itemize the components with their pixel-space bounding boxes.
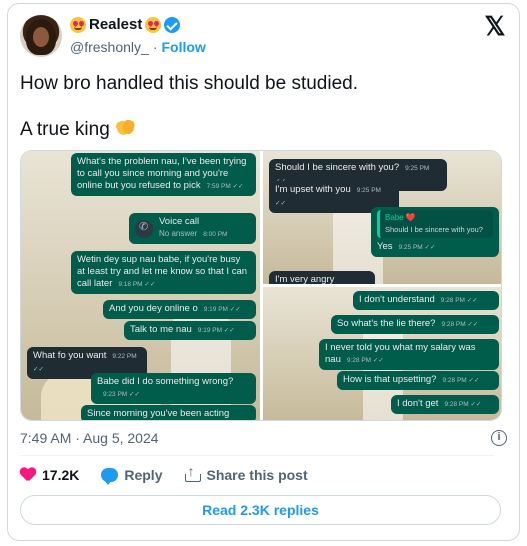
heart-icon	[20, 468, 36, 482]
phone-icon	[135, 219, 153, 238]
chat-bubble: What's the problem nau, I've been trying…	[71, 153, 256, 196]
quoted-text: Should I be sincere with you?	[385, 225, 483, 234]
author-handle-row: @freshonly_ · Follow	[70, 39, 206, 55]
message-time: 9:25 PM ✓✓	[398, 244, 436, 251]
message-text: So what's the lie there?	[337, 318, 436, 329]
avatar[interactable]	[20, 15, 62, 57]
heart-eyes-emoji-icon	[70, 16, 86, 33]
message-text: I don't get	[397, 398, 439, 409]
screenshot-right-top[interactable]: Should I be sincere with you? 9:25 PM ✓✓ I…	[263, 151, 501, 284]
verified-badge-icon	[164, 16, 181, 33]
tweet-media[interactable]: What's the problem nau, I've been trying…	[20, 150, 502, 421]
message-time: 7:59 PM ✓✓	[206, 183, 244, 190]
chat-bubble: I don't understand 9:28 PM ✓✓	[353, 291, 499, 310]
message-text: I'm very angry	[275, 274, 335, 284]
message-time: 9:18 PM ✓✓	[118, 281, 156, 288]
chat-bubble: Since morning you've been acting	[81, 405, 256, 420]
message-text: How is that upsetting?	[343, 374, 437, 385]
chat-bubble: So what's the lie there? 9:28 PM ✓✓	[331, 315, 499, 334]
message-text: Wetin dey sup nau babe, if you're busy a…	[77, 254, 248, 289]
message-time: 8:00 PM	[203, 231, 228, 238]
message-text: What fo you want	[33, 350, 107, 361]
heart-eyes-emoji-icon	[145, 16, 162, 33]
author-name-row[interactable]: Realest	[70, 16, 181, 33]
screenshot-left[interactable]: What's the problem nau, I've been trying…	[21, 151, 260, 420]
like-button[interactable]: 17.2K	[20, 467, 79, 483]
chat-bubble: Wetin dey sup nau babe, if you're busy a…	[71, 251, 256, 294]
message-text: Babe did I do something wrong?	[97, 376, 234, 387]
voice-call-label: Voice call	[159, 216, 200, 227]
chat-bubble: And you dey online o 9:19 PM ✓✓	[103, 300, 256, 319]
share-button[interactable]: Share this post	[184, 463, 308, 483]
message-text: Should I be sincere with you?	[275, 162, 400, 173]
message-text: Talk to me nau	[130, 324, 192, 335]
message-text: I'm upset with you	[275, 184, 351, 195]
message-time: 9:19 PM ✓✓	[203, 306, 241, 313]
message-time: 9:28 PM ✓✓	[440, 297, 478, 304]
chat-bubble: Talk to me nau 9:19 PM ✓✓	[124, 321, 256, 340]
info-icon[interactable]: i	[491, 430, 507, 446]
voice-call-status: No answer 8:00 PM	[159, 229, 228, 238]
share-icon	[184, 463, 202, 483]
message-time: 9:28 PM ✓✓	[444, 401, 482, 408]
reply-label: Reply	[124, 467, 163, 483]
chat-bubble: Voice call No answer8:00 PM	[129, 213, 256, 244]
tweet-line-2: A true king	[20, 118, 490, 142]
separator: ·	[152, 39, 158, 55]
author-name[interactable]: Realest	[89, 16, 142, 33]
follow-button[interactable]: Follow	[161, 39, 205, 55]
chat-bubble: I don't get 9:28 PM ✓✓	[391, 395, 499, 414]
clap-emoji-icon	[115, 119, 135, 137]
screenshot-right-bottom[interactable]: I don't understand 9:28 PM ✓✓ So what's th…	[263, 287, 501, 420]
chat-bubble: I'm very angry	[269, 271, 375, 284]
quoted-name: Babe ❤️	[385, 213, 416, 222]
action-bar: 17.2K Reply Share this post	[20, 463, 308, 485]
message-text: And you dey online o	[109, 303, 198, 314]
message-text: Since morning you've been acting	[87, 408, 230, 419]
chat-bubble: Babe ❤️ Should I be sincere with you? Yes 9…	[371, 207, 499, 257]
read-replies-button[interactable]: Read 2.3K replies	[20, 495, 501, 525]
like-count: 17.2K	[42, 467, 80, 483]
chat-bubble: How is that upsetting? 9:28 PM ✓✓	[337, 371, 499, 390]
share-label: Share this post	[206, 467, 308, 483]
x-logo-icon[interactable]: 𝕏	[483, 13, 507, 39]
reply-button[interactable]: Reply	[101, 467, 163, 485]
chat-bubble: I never told you what my salary was nau 9…	[319, 339, 499, 370]
tweet-timestamp[interactable]: 7:49 AM · Aug 5, 2024	[20, 430, 159, 446]
divider	[20, 455, 494, 456]
tweet-line-1: How bro handled this should be studied.	[20, 73, 359, 94]
message-time: 9:28 PM ✓✓	[346, 357, 384, 364]
message-text: I don't understand	[359, 294, 435, 305]
author-handle[interactable]: @freshonly_	[70, 39, 149, 55]
tweet-line-2-text: A true king	[20, 119, 110, 140]
message-text: Yes	[377, 241, 393, 252]
message-time: 9:19 PM ✓✓	[197, 327, 235, 334]
avatar-face	[33, 27, 49, 47]
message-time: 9:28 PM ✓✓	[442, 377, 480, 384]
message-time: 9:23 PM ✓✓	[103, 391, 140, 398]
chat-bubble: Babe did I do something wrong? 9:23 PM ✓✓	[91, 373, 256, 404]
quoted-message: Babe ❤️ Should I be sincere with you?	[377, 210, 493, 238]
reply-icon	[101, 468, 119, 485]
message-time: 9:28 PM ✓✓	[441, 321, 479, 328]
